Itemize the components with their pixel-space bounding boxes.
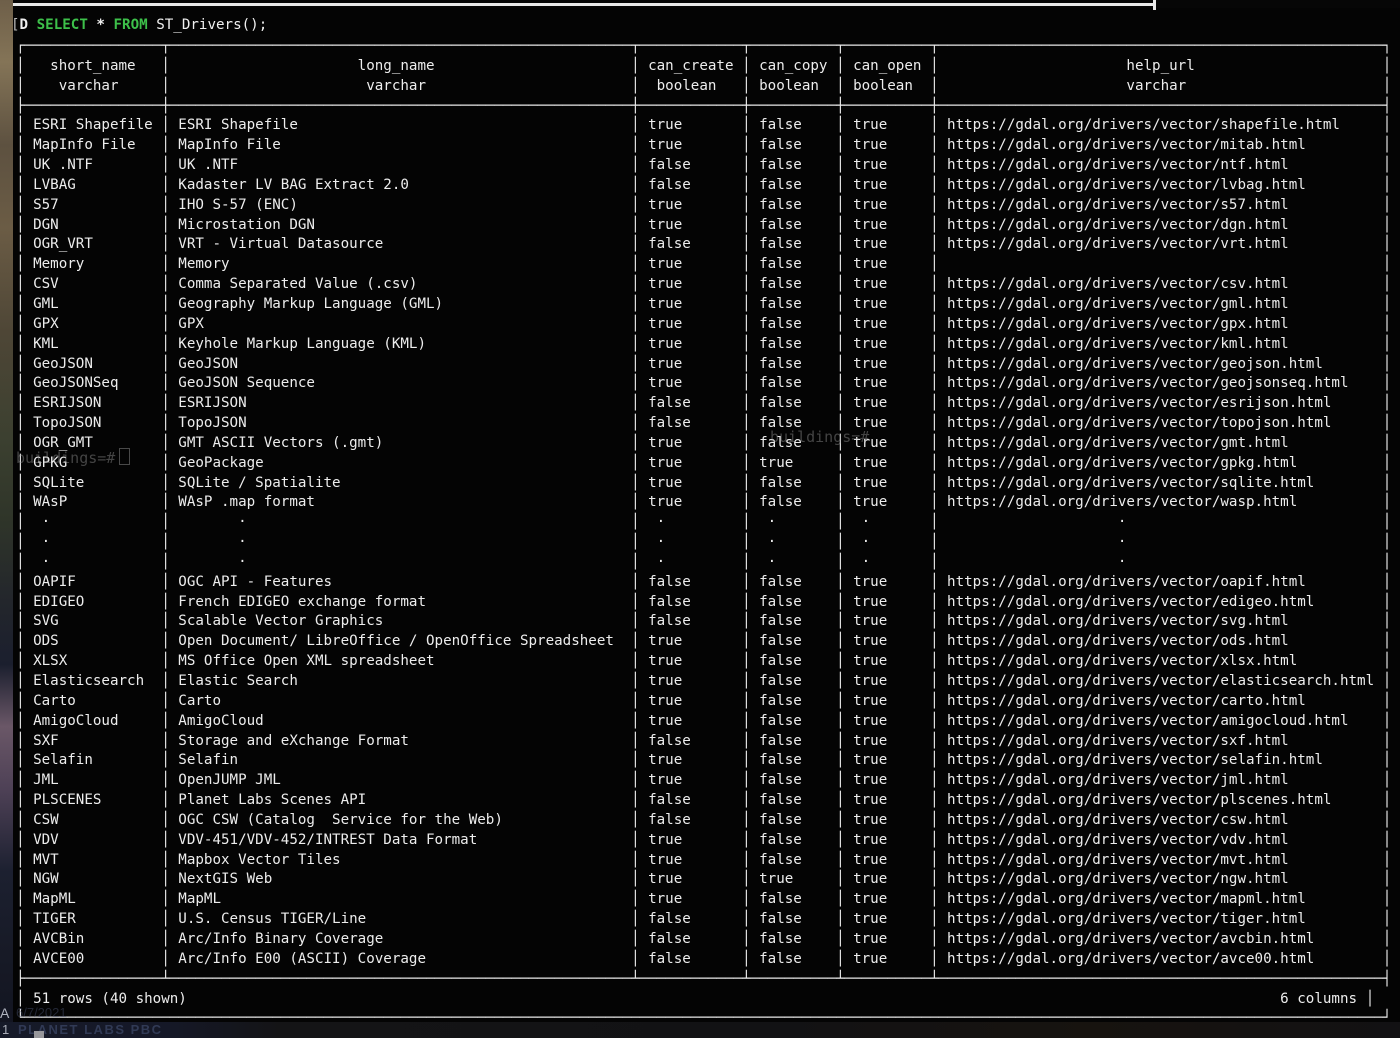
table-row: │ NGW │ NextGIS Web │ true │ true │ true… — [16, 870, 1400, 890]
sql-keyword-from: FROM — [114, 17, 148, 33]
sql-table-function: ST_Drivers(); — [148, 17, 268, 33]
table-row: │ WAsP │ WAsP .map format │ true │ false… — [16, 493, 1400, 513]
table-row: │ LVBAG │ Kadaster LV BAG Extract 2.0 │ … — [16, 176, 1400, 196]
table-row: │ XLSX │ MS Office Open XML spreadsheet … — [16, 652, 1400, 672]
bg-label-1: 1 — [2, 1022, 9, 1037]
table-row: │ · │ · │ · │ · │ · │ · │ — [16, 513, 1400, 533]
table-footer: │ 51 rows (40 shown) 6 columns │ — [16, 990, 1400, 1010]
bg-date-label: 6/7/2021 — [16, 1005, 67, 1020]
table-row: │ EDIGEO │ French EDIGEO exchange format… — [16, 593, 1400, 613]
table-row: │ AVCBin │ Arc/Info Binary Coverage │ fa… — [16, 930, 1400, 950]
table-row: │ OGR_VRT │ VRT - Virtual Datasource │ f… — [16, 235, 1400, 255]
table-row: │ GeoJSON │ GeoJSON │ true │ false │ tru… — [16, 355, 1400, 375]
table-border-bottom: └───────────────────────────────────────… — [16, 1009, 1400, 1022]
table-row: │ GML │ Geography Markup Language (GML) … — [16, 295, 1400, 315]
table-row: │ PLSCENES │ Planet Labs Scenes API │ fa… — [16, 791, 1400, 811]
background-bottom-strip — [0, 1022, 1400, 1038]
table-row: │ GPKG │ GeoPackage │ true │ true │ true… — [16, 454, 1400, 474]
block-cursor-icon — [119, 448, 130, 465]
table-row: │ CSW │ OGC CSW (Catalog Service for the… — [16, 811, 1400, 831]
table-row: │ MVT │ Mapbox Vector Tiles │ true │ fal… — [16, 851, 1400, 871]
table-row: │ GPX │ GPX │ true │ false │ true │ http… — [16, 315, 1400, 335]
table-row: │ Carto │ Carto │ true │ false │ true │ … — [16, 692, 1400, 712]
table-row: │ OAPIF │ OGC API - Features │ false │ f… — [16, 573, 1400, 593]
bg-psql-prompt-left: buildings=# — [16, 448, 130, 467]
table-row: │ · │ · │ · │ · │ · │ · │ — [16, 553, 1400, 573]
table-row: │ UK .NTF │ UK .NTF │ false │ false │ tr… — [16, 156, 1400, 176]
table-row: │ AVCE00 │ Arc/Info E00 (ASCII) Coverage… — [16, 950, 1400, 970]
table-row: │ ESRIJSON │ ESRIJSON │ false │ false │ … — [16, 394, 1400, 414]
table-row: │ MapML │ MapML │ true │ false │ true │ … — [16, 890, 1400, 910]
bg-label-a: A — [0, 1005, 9, 1021]
table-border-top: ┌────────────────┬──────────────────────… — [16, 37, 1400, 57]
table-row: │ Memory │ Memory │ true │ false │ true … — [16, 255, 1400, 275]
terminal-window[interactable]: [D SELECT * FROM ST_Drivers(); ┌────────… — [13, 8, 1400, 1022]
table-row: │ · │ · │ · │ · │ · │ · │ — [16, 533, 1400, 553]
gray-square-icon — [34, 1031, 44, 1038]
table-row: │ CSV │ Comma Separated Value (.csv) │ t… — [16, 275, 1400, 295]
table-header-names: │ short_name │ long_name │ can_create │ … — [16, 57, 1400, 77]
table-row: │ DGN │ Microstation DGN │ true │ false … — [16, 216, 1400, 236]
duckdb-prompt: D — [20, 17, 37, 33]
table-row: │ TopoJSON │ TopoJSON │ false │ false │ … — [16, 414, 1400, 434]
table-row: │ SQLite │ SQLite / Spatialite │ true │ … — [16, 474, 1400, 494]
bg-psql-prompt-mid: buildings=# — [770, 428, 869, 446]
background-window-corner — [1153, 0, 1156, 10]
table-row: │ Selafin │ Selafin │ true │ false │ tru… — [16, 751, 1400, 771]
table-footer-separator: ├────────────────┴──────────────────────… — [16, 970, 1400, 990]
table-row: │ GeoJSONSeq │ GeoJSON Sequence │ true │… — [16, 374, 1400, 394]
table-row: │ ODS │ Open Document/ LibreOffice / Ope… — [16, 632, 1400, 652]
table-row: │ ESRI Shapefile │ ESRI Shapefile │ true… — [16, 116, 1400, 136]
table-row: │ OGR_GMT │ GMT ASCII Vectors (.gmt) │ t… — [16, 434, 1400, 454]
table-row: │ VDV │ VDV-451/VDV-452/INTREST Data For… — [16, 831, 1400, 851]
table-row: │ TIGER │ U.S. Census TIGER/Line │ false… — [16, 910, 1400, 930]
table-header-types: │ varchar │ varchar │ boolean │ boolean … — [16, 77, 1400, 97]
query-line: [D SELECT * FROM ST_Drivers(); — [13, 15, 1400, 35]
table-row: │ AmigoCloud │ AmigoCloud │ true │ false… — [16, 712, 1400, 732]
sql-star: * — [88, 17, 114, 33]
table-header-separator: ├────────────────┼──────────────────────… — [16, 97, 1400, 117]
table-row: │ SVG │ Scalable Vector Graphics │ false… — [16, 612, 1400, 632]
sql-keyword-select: SELECT — [37, 17, 88, 33]
table-row: │ S57 │ IHO S-57 (ENC) │ true │ false │ … — [16, 196, 1400, 216]
table-row: │ KML │ Keyhole Markup Language (KML) │ … — [16, 335, 1400, 355]
table-row: │ JML │ OpenJUMP JML │ true │ false │ tr… — [16, 771, 1400, 791]
table-row: │ SXF │ Storage and eXchange Format │ fa… — [16, 732, 1400, 752]
table-row: │ Elasticsearch │ Elastic Search │ true … — [16, 672, 1400, 692]
background-window-border — [13, 3, 1155, 6]
background-photo-strip — [0, 0, 13, 1038]
table-row: │ MapInfo File │ MapInfo File │ true │ f… — [16, 136, 1400, 156]
result-table: ┌────────────────┬──────────────────────… — [16, 37, 1400, 1022]
